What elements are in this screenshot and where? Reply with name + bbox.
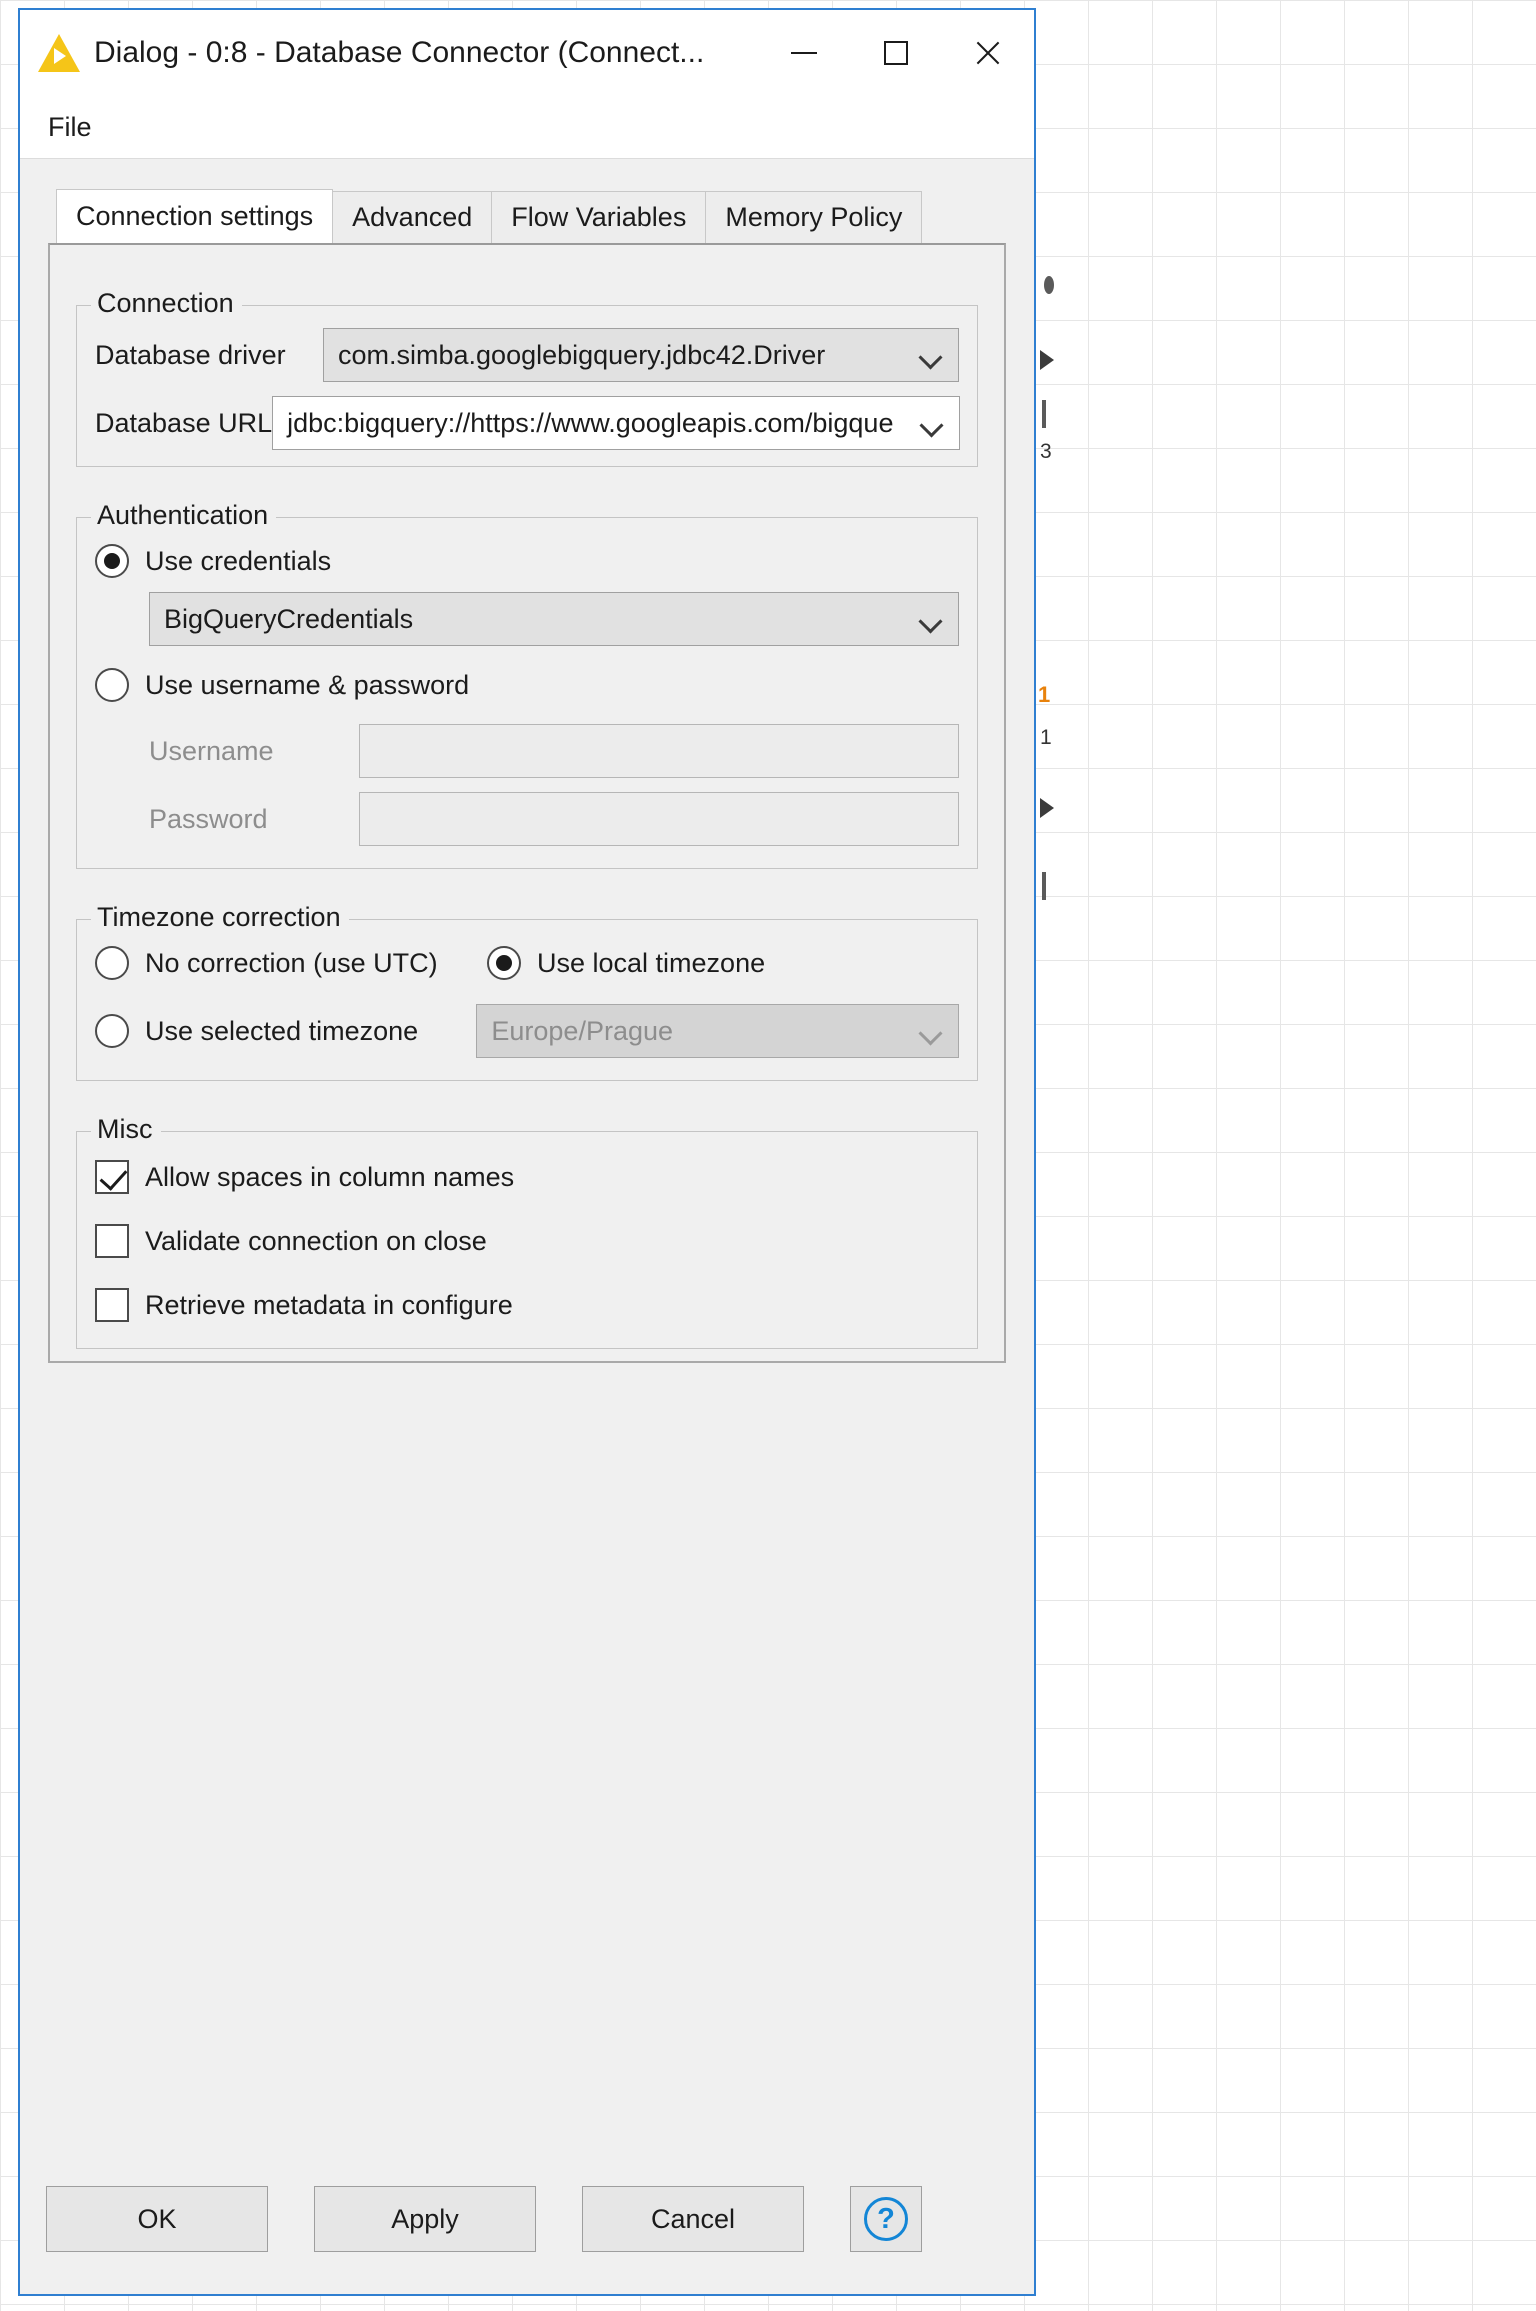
- tab-bar: Connection settings Advanced Flow Variab…: [48, 189, 1006, 243]
- menu-item-file[interactable]: File: [20, 112, 92, 143]
- retrieve-metadata-row: Retrieve metadata in configure: [95, 1288, 959, 1322]
- database-connector-dialog: Dialog - 0:8 - Database Connector (Conne…: [18, 8, 1036, 2296]
- allow-spaces-row: Allow spaces in column names: [95, 1160, 959, 1194]
- help-button[interactable]: ?: [850, 2186, 922, 2252]
- timezone-correction-group: Timezone correction No correction (use U…: [76, 902, 978, 1081]
- connection-group: Connection Database driver com.simba.goo…: [76, 288, 978, 467]
- timezone-second-row: Use selected timezone Europe/Prague: [95, 1004, 959, 1058]
- use-credentials-label: Use credentials: [145, 545, 332, 576]
- use-credentials-radio[interactable]: [95, 544, 129, 578]
- canvas-tick: [1042, 400, 1046, 428]
- connection-group-legend: Connection: [91, 288, 242, 319]
- validate-connection-row: Validate connection on close: [95, 1224, 959, 1258]
- database-driver-row: Database driver com.simba.googlebigquery…: [95, 328, 959, 382]
- chevron-down-icon[interactable]: [905, 417, 959, 429]
- tab-flow-variables[interactable]: Flow Variables: [491, 191, 707, 243]
- minimize-button[interactable]: [758, 10, 850, 96]
- use-selected-timezone-radio[interactable]: [95, 1014, 129, 1048]
- use-local-timezone-radio-option[interactable]: Use local timezone: [487, 946, 765, 980]
- use-username-password-row: Use username & password: [95, 668, 959, 702]
- tab-connection-settings[interactable]: Connection settings: [56, 189, 334, 243]
- allow-spaces-checkbox-option[interactable]: Allow spaces in column names: [95, 1160, 514, 1194]
- retrieve-metadata-label: Retrieve metadata in configure: [145, 1289, 513, 1320]
- dialog-content: Connection settings Advanced Flow Variab…: [20, 159, 1034, 2144]
- username-input[interactable]: [359, 724, 959, 778]
- canvas-port-dot: [1044, 276, 1054, 294]
- chevron-down-icon: [904, 349, 958, 361]
- use-username-password-label: Use username & password: [145, 669, 470, 700]
- canvas-node-arrow-2: [1040, 798, 1054, 818]
- credentials-combo[interactable]: BigQueryCredentials: [149, 592, 959, 646]
- dialog-footer: OK Apply Cancel ?: [20, 2144, 1034, 2294]
- selected-timezone-value: Europe/Prague: [491, 1015, 674, 1046]
- tab-advanced[interactable]: Advanced: [332, 191, 493, 243]
- misc-group-legend: Misc: [91, 1114, 161, 1145]
- use-credentials-row: Use credentials: [95, 544, 959, 578]
- database-url-combo[interactable]: jdbc:bigquery://https://www.googleapis.c…: [272, 396, 961, 450]
- use-username-password-radio[interactable]: [95, 668, 129, 702]
- chevron-down-icon: [904, 1025, 958, 1037]
- password-label: Password: [149, 803, 268, 834]
- use-selected-timezone-radio-option[interactable]: Use selected timezone: [95, 1014, 476, 1048]
- maximize-button[interactable]: [850, 10, 942, 96]
- authentication-group: Authentication Use credentials BigQueryC…: [76, 500, 978, 869]
- database-driver-value: com.simba.googlebigquery.jdbc42.Driver: [338, 339, 826, 370]
- database-url-value[interactable]: jdbc:bigquery://https://www.googleapis.c…: [273, 408, 905, 439]
- username-row: Username: [95, 724, 959, 778]
- database-url-row: Database URL jdbc:bigquery://https://www…: [95, 396, 961, 450]
- ok-button[interactable]: OK: [46, 2186, 268, 2252]
- misc-group: Misc Allow spaces in column names Valida…: [76, 1114, 978, 1349]
- database-driver-label: Database driver: [95, 339, 286, 370]
- no-correction-radio-option[interactable]: No correction (use UTC): [95, 946, 487, 980]
- close-button[interactable]: [942, 10, 1034, 96]
- validate-connection-checkbox[interactable]: [95, 1224, 129, 1258]
- use-username-password-radio-option[interactable]: Use username & password: [95, 668, 469, 702]
- cancel-button[interactable]: Cancel: [582, 2186, 804, 2252]
- use-selected-timezone-label: Use selected timezone: [145, 1015, 419, 1046]
- validate-connection-checkbox-option[interactable]: Validate connection on close: [95, 1224, 487, 1258]
- password-row: Password: [95, 792, 959, 846]
- use-local-timezone-label: Use local timezone: [537, 947, 766, 978]
- allow-spaces-checkbox[interactable]: [95, 1160, 129, 1194]
- no-correction-label: No correction (use UTC): [145, 947, 438, 978]
- authentication-group-legend: Authentication: [91, 500, 277, 531]
- timezone-first-row: No correction (use UTC) Use local timezo…: [95, 946, 959, 980]
- apply-button[interactable]: Apply: [314, 2186, 536, 2252]
- username-label: Username: [149, 735, 274, 766]
- credentials-value: BigQueryCredentials: [164, 603, 414, 634]
- tab-memory-policy[interactable]: Memory Policy: [705, 191, 923, 243]
- window-title: Dialog - 0:8 - Database Connector (Conne…: [94, 36, 705, 69]
- database-driver-combo[interactable]: com.simba.googlebigquery.jdbc42.Driver: [323, 328, 959, 382]
- title-bar: Dialog - 0:8 - Database Connector (Conne…: [20, 10, 1034, 96]
- connection-settings-panel: Connection Database driver com.simba.goo…: [48, 243, 1006, 1363]
- canvas-node-arrow: [1040, 350, 1054, 370]
- canvas-label-1: 1: [1040, 726, 1052, 749]
- no-correction-radio[interactable]: [95, 946, 129, 980]
- database-url-label: Database URL: [95, 407, 273, 438]
- knime-triangle-icon: [38, 34, 80, 72]
- canvas-tick-2: [1042, 872, 1046, 900]
- allow-spaces-label: Allow spaces in column names: [145, 1161, 515, 1192]
- question-mark-icon: ?: [864, 2197, 908, 2241]
- canvas-label-3: 3: [1040, 440, 1052, 463]
- canvas-warning-marker: 1: [1038, 682, 1051, 707]
- retrieve-metadata-checkbox-option[interactable]: Retrieve metadata in configure: [95, 1288, 513, 1322]
- password-input[interactable]: [359, 792, 959, 846]
- credentials-select-row: BigQueryCredentials: [95, 592, 959, 646]
- use-credentials-radio-option[interactable]: Use credentials: [95, 544, 331, 578]
- menu-bar: File: [20, 96, 1034, 159]
- validate-connection-label: Validate connection on close: [145, 1225, 487, 1256]
- selected-timezone-combo[interactable]: Europe/Prague: [476, 1004, 959, 1058]
- chevron-down-icon: [904, 613, 958, 625]
- retrieve-metadata-checkbox[interactable]: [95, 1288, 129, 1322]
- timezone-group-legend: Timezone correction: [91, 902, 349, 933]
- use-local-timezone-radio[interactable]: [487, 946, 521, 980]
